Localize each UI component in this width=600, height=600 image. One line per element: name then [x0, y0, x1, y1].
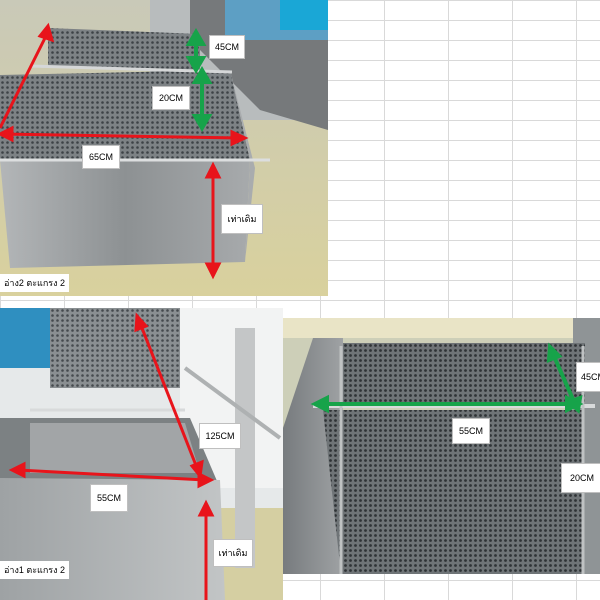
red-arrow-depth: [0, 31, 50, 129]
label-right-height: 20CM: [561, 463, 600, 493]
label-top-depth: 45CM: [209, 35, 245, 59]
red-arrow-width: [0, 132, 241, 140]
label-top-width: 65CM: [82, 145, 120, 169]
photo-basket: [283, 318, 600, 574]
label-left-width: 55CM: [90, 484, 128, 512]
label-top-height: 20CM: [152, 86, 190, 110]
label-left-base: เท่าเดิม: [213, 539, 253, 567]
label-right-width: 55CM: [452, 418, 490, 444]
caption-sink-2: อ่าง2 ตะแกรง 2: [0, 274, 70, 292]
label-top-base: เท่าเดิม: [221, 204, 263, 234]
caption-sink-1: อ่าง1 ตะแกรง 2: [0, 561, 70, 579]
label-right-depth: 45CM: [576, 362, 600, 392]
photo-sink-2: [0, 0, 328, 296]
label-left-length: 125CM: [199, 423, 241, 449]
